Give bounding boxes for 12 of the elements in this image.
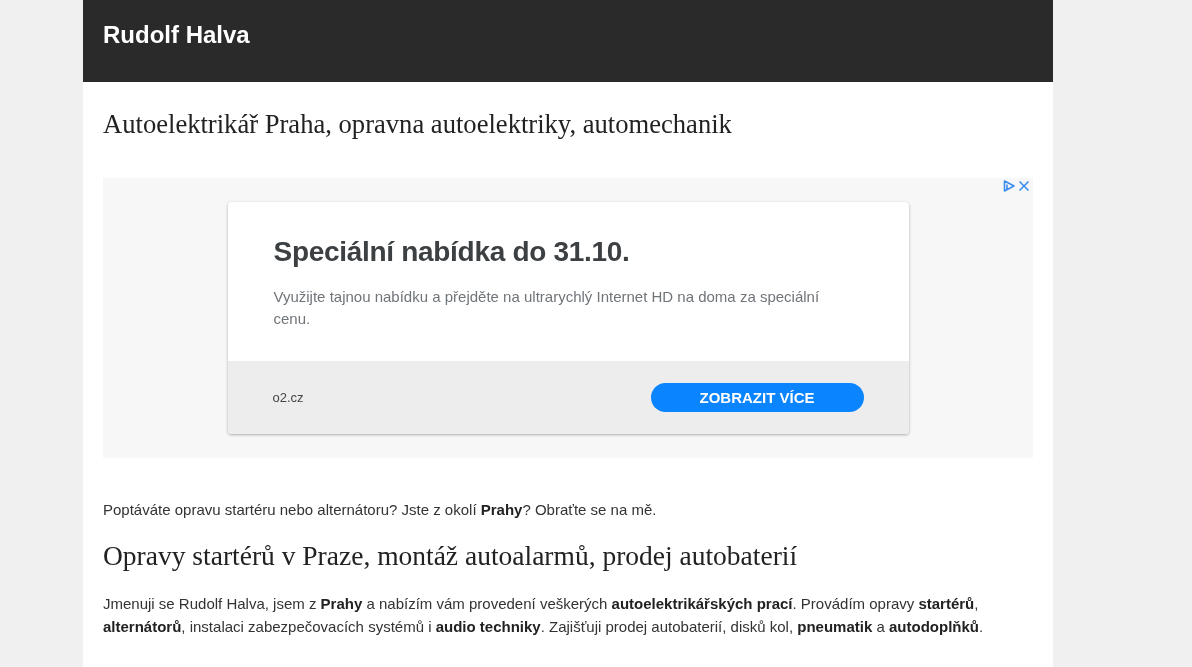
close-icon[interactable]: [1018, 180, 1030, 192]
show-more-button[interactable]: ZOBRAZIT VÍCE: [650, 383, 864, 412]
paragraph: Poptáváte opravu startéru nebo alternátoru? Jste z okolí Prahy? Obraťte se na mě.: [103, 500, 658, 520]
site-title[interactable]: Rudolf Halva: [103, 21, 250, 49]
ad-card[interactable]: Speciální nabídka do 31.10. Využijte tajnou nabídku a přejděte na ultrarychlý Internet HD na doma za speciální cenu. o2.cz ZOBRAZIT VÍCE: [227, 202, 909, 434]
page-heading: Autoelektrikář Praha, opravna autoelektriky, automechanik: [103, 108, 733, 140]
play-triangle-icon[interactable]: [1003, 180, 1015, 192]
paragraph: Jmenuji se Rudolf Halva, jsem z Prahy a nabízím vám provedení veškerých autoelektrikářských prací. Provádím opravy startérů, alternátorů, instalaci zabezpečovacích systémů i audio techniky. Zajišťuji prodej autobaterií, disků kol, pneumatik a autodoplňků.: [103, 594, 985, 637]
ad-headline: Speciální nabídka do 31.10.: [273, 235, 631, 269]
ad-domain: o2.cz: [272, 390, 304, 405]
ad-description: Využijte tajnou nabídku a přejděte na ultrarychlý Internet HD na doma za speciální cenu.: [273, 287, 821, 329]
section-heading: Opravy startérů v Praze, montáž autoalarmů, prodej autobaterií: [103, 540, 799, 572]
